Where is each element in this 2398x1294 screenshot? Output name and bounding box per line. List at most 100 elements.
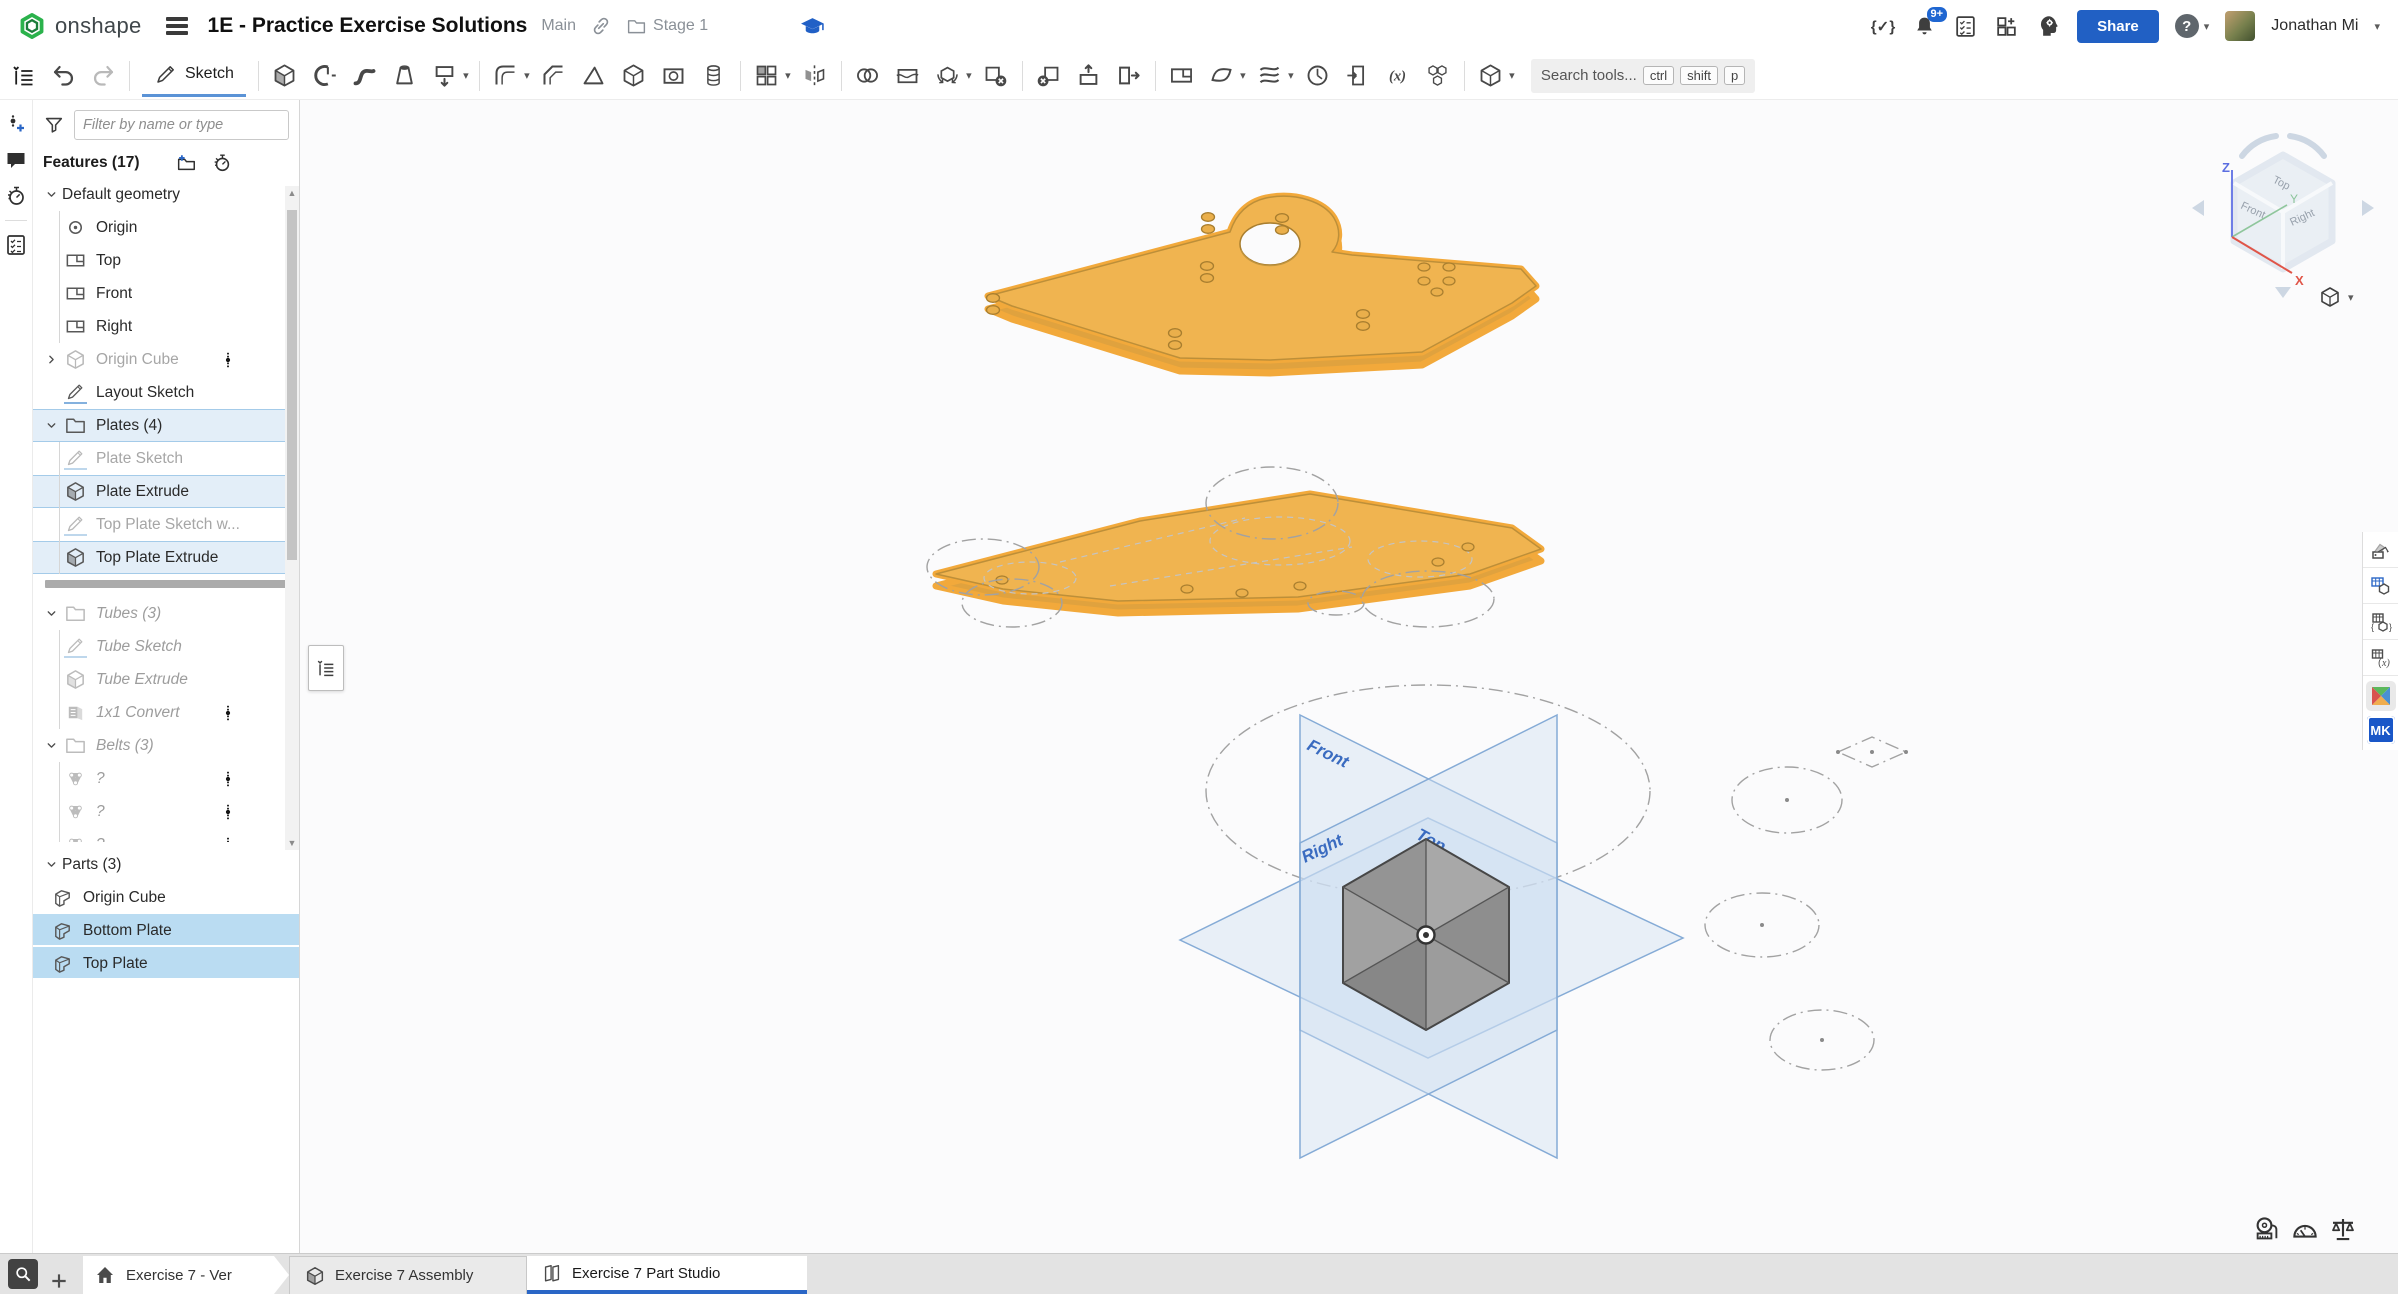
folder-breadcrumb[interactable]: Stage 1 — [626, 16, 708, 37]
feature-row-tubes-folder[interactable]: Tubes (3) — [33, 597, 299, 630]
feature-row-1x1-convert[interactable]: 1x1 Convert — [33, 696, 299, 729]
chevron-down-icon[interactable]: ▾ — [1284, 69, 1298, 82]
multi-part-button[interactable] — [1418, 58, 1458, 94]
feature-row-top-plate-extrude[interactable]: Top Plate Extrude — [33, 541, 299, 574]
app-store-icon[interactable] — [1994, 14, 2019, 39]
filter-icon[interactable] — [43, 114, 65, 136]
chevron-down-icon[interactable]: ▾ — [1505, 69, 1519, 82]
feature-row-belt-3[interactable]: ? — [33, 828, 299, 842]
feature-row-plates-folder[interactable]: Plates (4) — [33, 409, 299, 442]
tree-scrollbar[interactable]: ▲ ▼ — [285, 186, 299, 850]
delete-face-button[interactable] — [1029, 58, 1069, 94]
parts-header-row[interactable]: Parts (3) — [33, 848, 299, 881]
extrude-button[interactable] — [265, 58, 305, 94]
feature-row-belts-folder[interactable]: Belts (3) — [33, 729, 299, 762]
checklist-icon[interactable] — [4, 233, 28, 257]
boolean-button[interactable] — [848, 58, 888, 94]
revolve-button[interactable] — [305, 58, 345, 94]
feature-row-origin[interactable]: Origin — [33, 211, 299, 244]
chevron-right-icon[interactable] — [40, 353, 62, 366]
split-button[interactable] — [888, 58, 928, 94]
scroll-up-icon[interactable]: ▲ — [285, 188, 299, 198]
mk-app-button[interactable]: MK — [2367, 716, 2395, 744]
composite-curve-button[interactable] — [1298, 58, 1338, 94]
feature-row-origin-cube[interactable]: Origin Cube — [33, 343, 299, 376]
tasks-icon[interactable] — [1953, 14, 1978, 39]
top-plate-3d[interactable] — [936, 494, 1541, 613]
rotate-down-icon[interactable] — [2275, 287, 2291, 298]
mass-properties-icon[interactable] — [2328, 1214, 2358, 1244]
notifications-button[interactable]: 9+ — [1912, 14, 1937, 39]
rollback-bar[interactable] — [45, 580, 291, 588]
feature-row-top-plane[interactable]: Top — [33, 244, 299, 277]
part-row-origin-cube[interactable]: Origin Cube — [33, 881, 299, 914]
tab-part-studio[interactable]: Exercise 7 Part Studio — [527, 1256, 807, 1294]
feature-row-default-geometry[interactable]: Default geometry — [33, 178, 299, 211]
new-folder-icon[interactable] — [175, 152, 197, 174]
search-tabs-button[interactable] — [8, 1259, 38, 1289]
chevron-down-icon[interactable] — [40, 858, 62, 871]
view-cube[interactable]: Top Front Right Z Y X — [2192, 136, 2374, 298]
scrollbar-thumb[interactable] — [287, 210, 297, 560]
history-icon[interactable] — [211, 152, 233, 174]
rotate-left-arrow-icon[interactable] — [2242, 136, 2276, 156]
undo-button[interactable] — [43, 58, 83, 94]
suppressed-indicator-icon[interactable] — [219, 349, 237, 371]
bottom-plate-3d[interactable] — [987, 196, 1537, 373]
feature-list-toggle-button[interactable] — [3, 58, 43, 94]
chevron-down-icon[interactable] — [40, 188, 62, 201]
part-row-bottom-plate[interactable]: Bottom Plate — [33, 914, 299, 947]
suppressed-indicator-icon[interactable] — [219, 834, 237, 843]
variable-button[interactable] — [1378, 58, 1418, 94]
appearance-panel-button[interactable] — [2363, 532, 2398, 568]
search-tools[interactable]: Search tools... ctrl shift p — [1531, 59, 1755, 93]
tab-assembly[interactable]: Exercise 7 Assembly — [289, 1256, 527, 1294]
feature-row-tube-extrude[interactable]: Tube Extrude — [33, 663, 299, 696]
suppressed-indicator-icon[interactable] — [219, 702, 237, 724]
feature-row-belt-2[interactable]: ? — [33, 795, 299, 828]
redo-button[interactable] — [83, 58, 123, 94]
scroll-down-icon[interactable]: ▼ — [285, 838, 299, 848]
onshape-logo[interactable]: onshape — [18, 12, 142, 40]
add-tab-button[interactable] — [49, 1271, 69, 1291]
add-feature-icon[interactable] — [4, 112, 28, 136]
filter-input[interactable] — [74, 110, 289, 140]
branch-name[interactable]: Main — [541, 17, 576, 35]
chevron-down-icon[interactable] — [40, 607, 62, 620]
rotate-right-arrow-icon[interactable] — [2290, 136, 2324, 156]
chevron-down-icon[interactable]: ▾ — [781, 69, 795, 82]
rotate-right-icon[interactable] — [2362, 200, 2374, 216]
chevron-down-icon[interactable]: ▾ — [459, 69, 473, 82]
chevron-down-icon[interactable] — [40, 739, 62, 752]
sweep-button[interactable] — [345, 58, 385, 94]
plane-button[interactable] — [1162, 58, 1202, 94]
feature-row-front-plane[interactable]: Front — [33, 277, 299, 310]
sketch-button[interactable]: Sketch — [142, 55, 246, 97]
chamfer-button[interactable] — [534, 58, 574, 94]
measure-icon[interactable] — [2252, 1214, 2282, 1244]
comments-icon[interactable] — [4, 148, 28, 172]
chevron-down-icon[interactable]: ▾ — [520, 69, 534, 82]
chevron-down-icon[interactable] — [40, 419, 62, 432]
bom-table-button[interactable] — [2363, 568, 2398, 604]
xray-app-button[interactable] — [2366, 681, 2396, 711]
feature-script-icon[interactable] — [1870, 13, 1896, 39]
move-face-button[interactable] — [1069, 58, 1109, 94]
delete-part-button[interactable] — [976, 58, 1016, 94]
chevron-down-icon[interactable]: ▾ — [1236, 69, 1250, 82]
variable-table-button[interactable] — [2363, 640, 2398, 676]
feature-row-tube-sketch[interactable]: Tube Sketch — [33, 630, 299, 663]
feature-row-layout-sketch[interactable]: Layout Sketch — [33, 376, 299, 409]
link-icon[interactable] — [590, 15, 612, 37]
share-button[interactable]: Share — [2077, 10, 2159, 43]
feature-row-plate-sketch[interactable]: Plate Sketch — [33, 442, 299, 475]
chevron-down-icon[interactable]: ▾ — [962, 69, 976, 82]
feature-row-plate-extrude[interactable]: Plate Extrude — [33, 475, 299, 508]
feature-row-top-plate-sketch[interactable]: Top Plate Sketch w... — [33, 508, 299, 541]
feature-row-belt-1[interactable]: ? — [33, 762, 299, 795]
configuration-table-button[interactable] — [2363, 604, 2398, 640]
loft-button[interactable] — [385, 58, 425, 94]
home-icon[interactable] — [93, 1263, 117, 1287]
part-row-top-plate[interactable]: Top Plate — [33, 947, 299, 980]
history-icon[interactable] — [4, 184, 28, 208]
